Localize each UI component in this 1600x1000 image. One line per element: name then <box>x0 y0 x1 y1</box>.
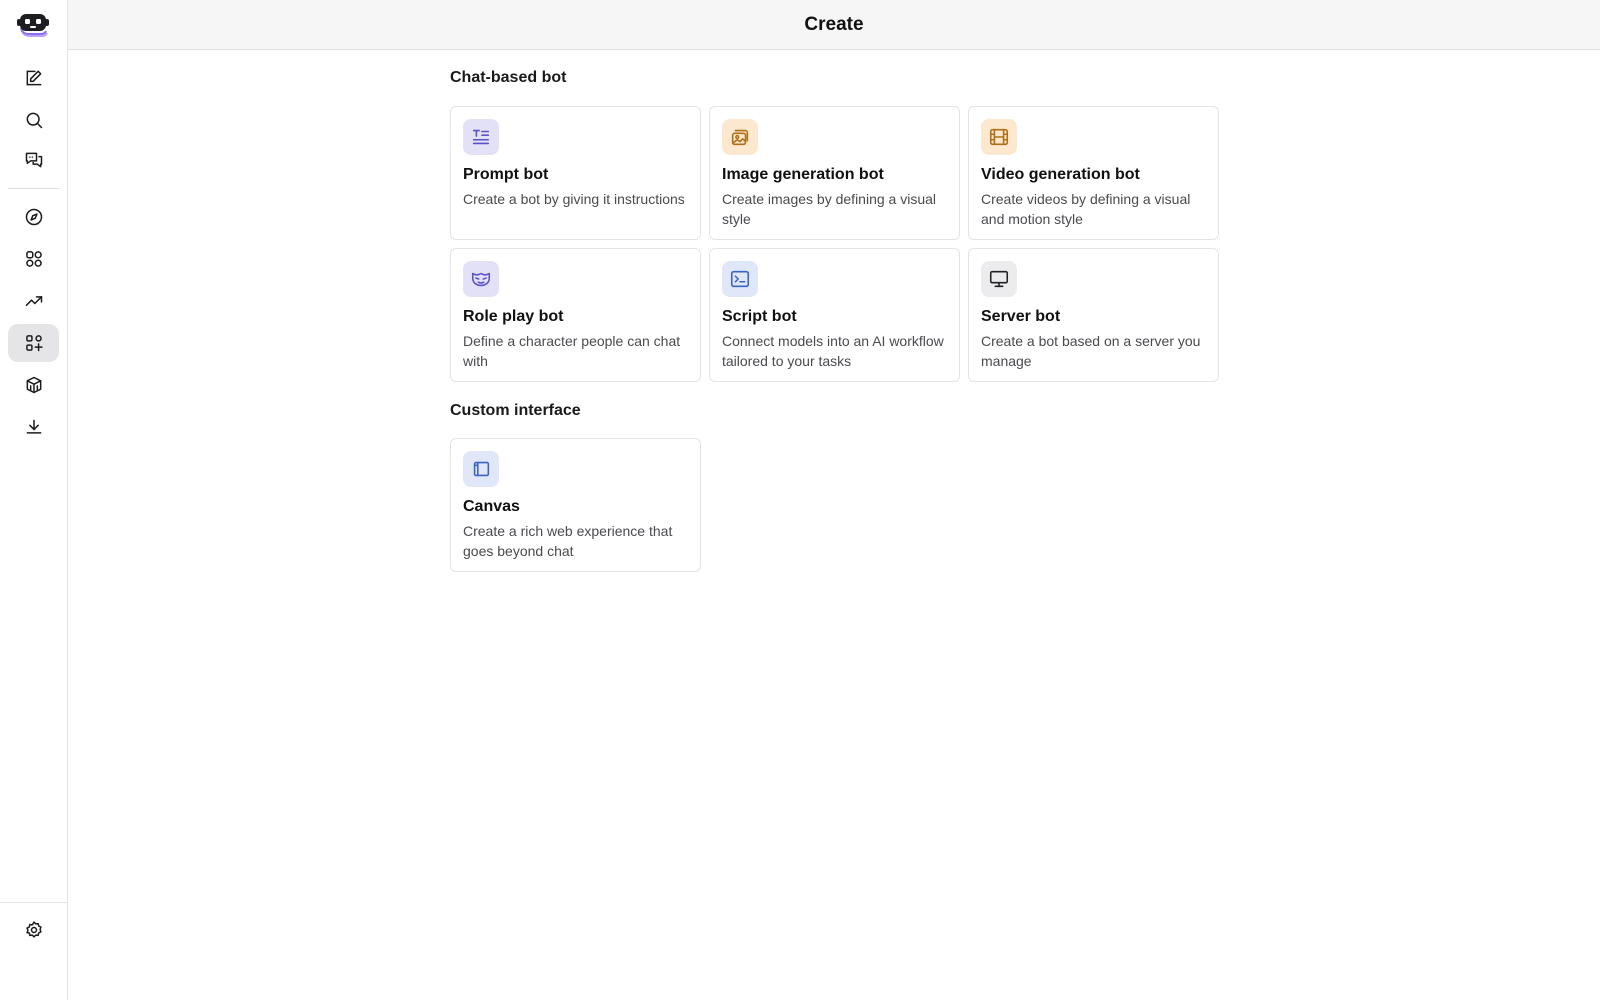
card-title: Image generation bot <box>722 166 884 183</box>
apps-grid-icon <box>25 251 42 267</box>
card-title: Canvas <box>463 498 520 515</box>
search-icon <box>26 112 42 129</box>
card-title: Server bot <box>981 308 1061 325</box>
compose-icon <box>26 70 41 86</box>
nav-create-button[interactable] <box>8 324 59 362</box>
nav-chats-button[interactable] <box>8 141 59 179</box>
canvas-icon <box>473 461 490 477</box>
text-lines-icon <box>472 129 490 145</box>
monitor-icon <box>989 270 1009 288</box>
card-title: Script bot <box>722 308 797 325</box>
top-header: Create <box>68 0 1600 50</box>
download-icon <box>26 419 41 434</box>
card-description: Create a bot based on a server you manag… <box>981 333 1201 369</box>
card-icon-container <box>981 261 1017 297</box>
nav-explore-button[interactable] <box>8 198 59 236</box>
card-script-bot[interactable]: Script bot Connect models into an AI wor… <box>709 248 960 382</box>
card-canvas[interactable]: Canvas Create a rich web experience that… <box>450 438 701 572</box>
chat-bubbles-icon <box>25 152 42 168</box>
card-description: Create a bot by giving it instructions <box>463 191 685 207</box>
nav-download-button[interactable] <box>8 408 59 446</box>
card-role-play-bot[interactable]: Role play bot Define a character people … <box>450 248 701 382</box>
nav-trending-button[interactable] <box>8 282 59 320</box>
card-prompt-bot[interactable]: Prompt bot Create a bot by giving it ins… <box>450 106 701 240</box>
terminal-icon <box>730 270 750 288</box>
image-stack-icon <box>731 129 749 146</box>
section-title-chat-based-bot: Chat-based bot <box>450 69 567 86</box>
trending-up-icon <box>25 296 42 306</box>
card-icon-container <box>722 261 758 297</box>
card-description: Connect models into an AI workflow tailo… <box>722 333 944 369</box>
page-title: Create <box>804 13 864 35</box>
card-description: Create videos by defining a visual and m… <box>981 191 1191 227</box>
nav-new-chat-button[interactable] <box>8 59 59 97</box>
sidebar-bottom-divider <box>0 902 68 903</box>
nav-search-button[interactable] <box>8 101 59 139</box>
card-icon-container <box>463 261 499 297</box>
nav-bots-apps-button[interactable] <box>8 240 59 278</box>
card-icon-container <box>981 119 1017 155</box>
nav-settings-button[interactable] <box>8 911 59 949</box>
gear-icon <box>25 921 42 938</box>
film-icon <box>989 128 1009 146</box>
sidebar <box>0 0 68 1000</box>
cube-icon <box>26 376 41 394</box>
app-logo[interactable] <box>14 8 52 42</box>
card-icon-container <box>463 119 499 155</box>
card-title: Role play bot <box>463 308 564 325</box>
sidebar-divider <box>8 188 59 189</box>
create-plus-icon <box>25 335 43 352</box>
mask-icon <box>471 272 491 287</box>
card-description: Create a rich web experience that goes b… <box>463 523 673 559</box>
nav-models-button[interactable] <box>8 366 59 404</box>
card-server-bot[interactable]: Server bot Create a bot based on a serve… <box>968 248 1219 382</box>
card-image-generation-bot[interactable]: Image generation bot Create images by de… <box>709 106 960 240</box>
card-description: Create images by defining a visual style <box>722 191 937 227</box>
compass-icon <box>25 208 42 226</box>
card-icon-container <box>463 451 499 487</box>
card-title: Video generation bot <box>981 166 1140 183</box>
robot-logo-icon <box>17 14 49 37</box>
card-icon-container <box>722 119 758 155</box>
card-description: Define a character people can chat with <box>463 333 681 369</box>
card-title: Prompt bot <box>463 166 549 183</box>
section-title-custom-interface: Custom interface <box>450 402 581 419</box>
card-video-generation-bot[interactable]: Video generation bot Create videos by de… <box>968 106 1219 240</box>
